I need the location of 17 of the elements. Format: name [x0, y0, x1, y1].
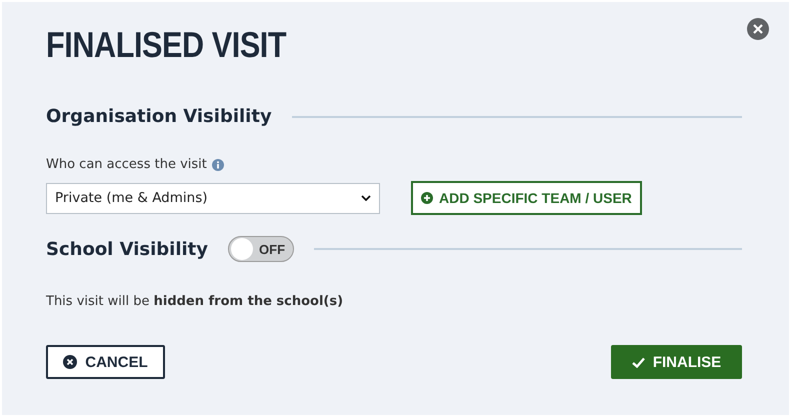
field-label: Who can access the visit [46, 157, 207, 172]
close-circle-icon [63, 355, 78, 369]
info-icon [212, 158, 224, 170]
visibility-note: This visit will be hidden from the school(s) [46, 294, 344, 309]
add-team-user-button[interactable]: ADD SPECIFIC TEAM / USER [411, 181, 642, 215]
finalise-button[interactable]: FINALISE [611, 345, 742, 379]
dialog-title: FINALISED VISIT [46, 24, 286, 66]
section-heading: Organisation Visibility [46, 106, 272, 127]
check-icon [632, 356, 645, 368]
chevron-icon [361, 195, 371, 201]
visibility-toggle[interactable]: OFF [228, 236, 294, 262]
plus-circle-icon [421, 192, 433, 204]
close-icon [753, 24, 763, 34]
access-select[interactable]: Private (me & Admins) [46, 182, 380, 214]
close-button[interactable] [747, 18, 769, 40]
section-heading: School Visibility [46, 238, 208, 260]
cancel-button[interactable]: CANCEL [46, 345, 165, 379]
